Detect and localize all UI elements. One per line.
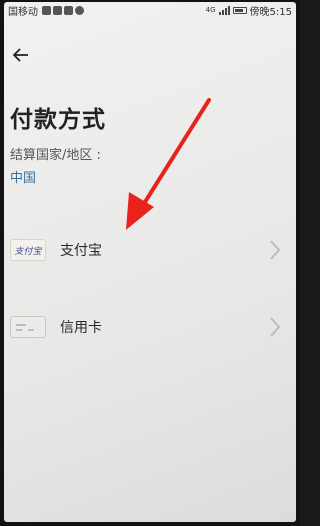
alipay-logo-text: 支付宝 (14, 246, 42, 257)
status-bar: 国移动 4G 傍晚5:15 (4, 2, 296, 18)
payment-option-credit-card[interactable]: 信用卡 (4, 307, 296, 347)
page-title: 付款方式 (10, 107, 106, 133)
network-type: 4G (205, 6, 216, 14)
phone-frame: 国移动 4G 傍晚5:15 付款方式 结算国家/地区 : 中国 支付宝 支付宝 … (0, 0, 300, 526)
back-arrow-icon (13, 48, 28, 62)
payment-option-alipay[interactable]: 支付宝 支付宝 (4, 230, 296, 270)
region-value[interactable]: 中国 (10, 167, 36, 186)
app-screen: 国移动 4G 傍晚5:15 付款方式 结算国家/地区 : 中国 支付宝 支付宝 … (4, 2, 296, 522)
chevron-right-icon (270, 240, 281, 260)
image-icon (53, 5, 62, 15)
notification-icons (42, 5, 84, 15)
region-label: 结算国家/地区 : (10, 148, 101, 163)
battery-icon (232, 6, 247, 14)
chevron-right-icon (270, 317, 281, 337)
carrier-label: 国移动 (8, 6, 38, 18)
signal-icon (218, 5, 230, 15)
payment-option-label: 信用卡 (60, 320, 102, 336)
alipay-logo: 支付宝 (10, 239, 46, 261)
payment-option-label: 支付宝 (60, 243, 102, 259)
app-notification-icon (75, 5, 84, 15)
navigation-icon (64, 5, 73, 15)
back-button[interactable] (10, 44, 32, 66)
clock: 傍晚5:15 (249, 6, 292, 18)
status-right: 4G 傍晚5:15 (206, 3, 292, 18)
notification-icon (42, 5, 51, 15)
credit-card-icon (10, 316, 46, 338)
